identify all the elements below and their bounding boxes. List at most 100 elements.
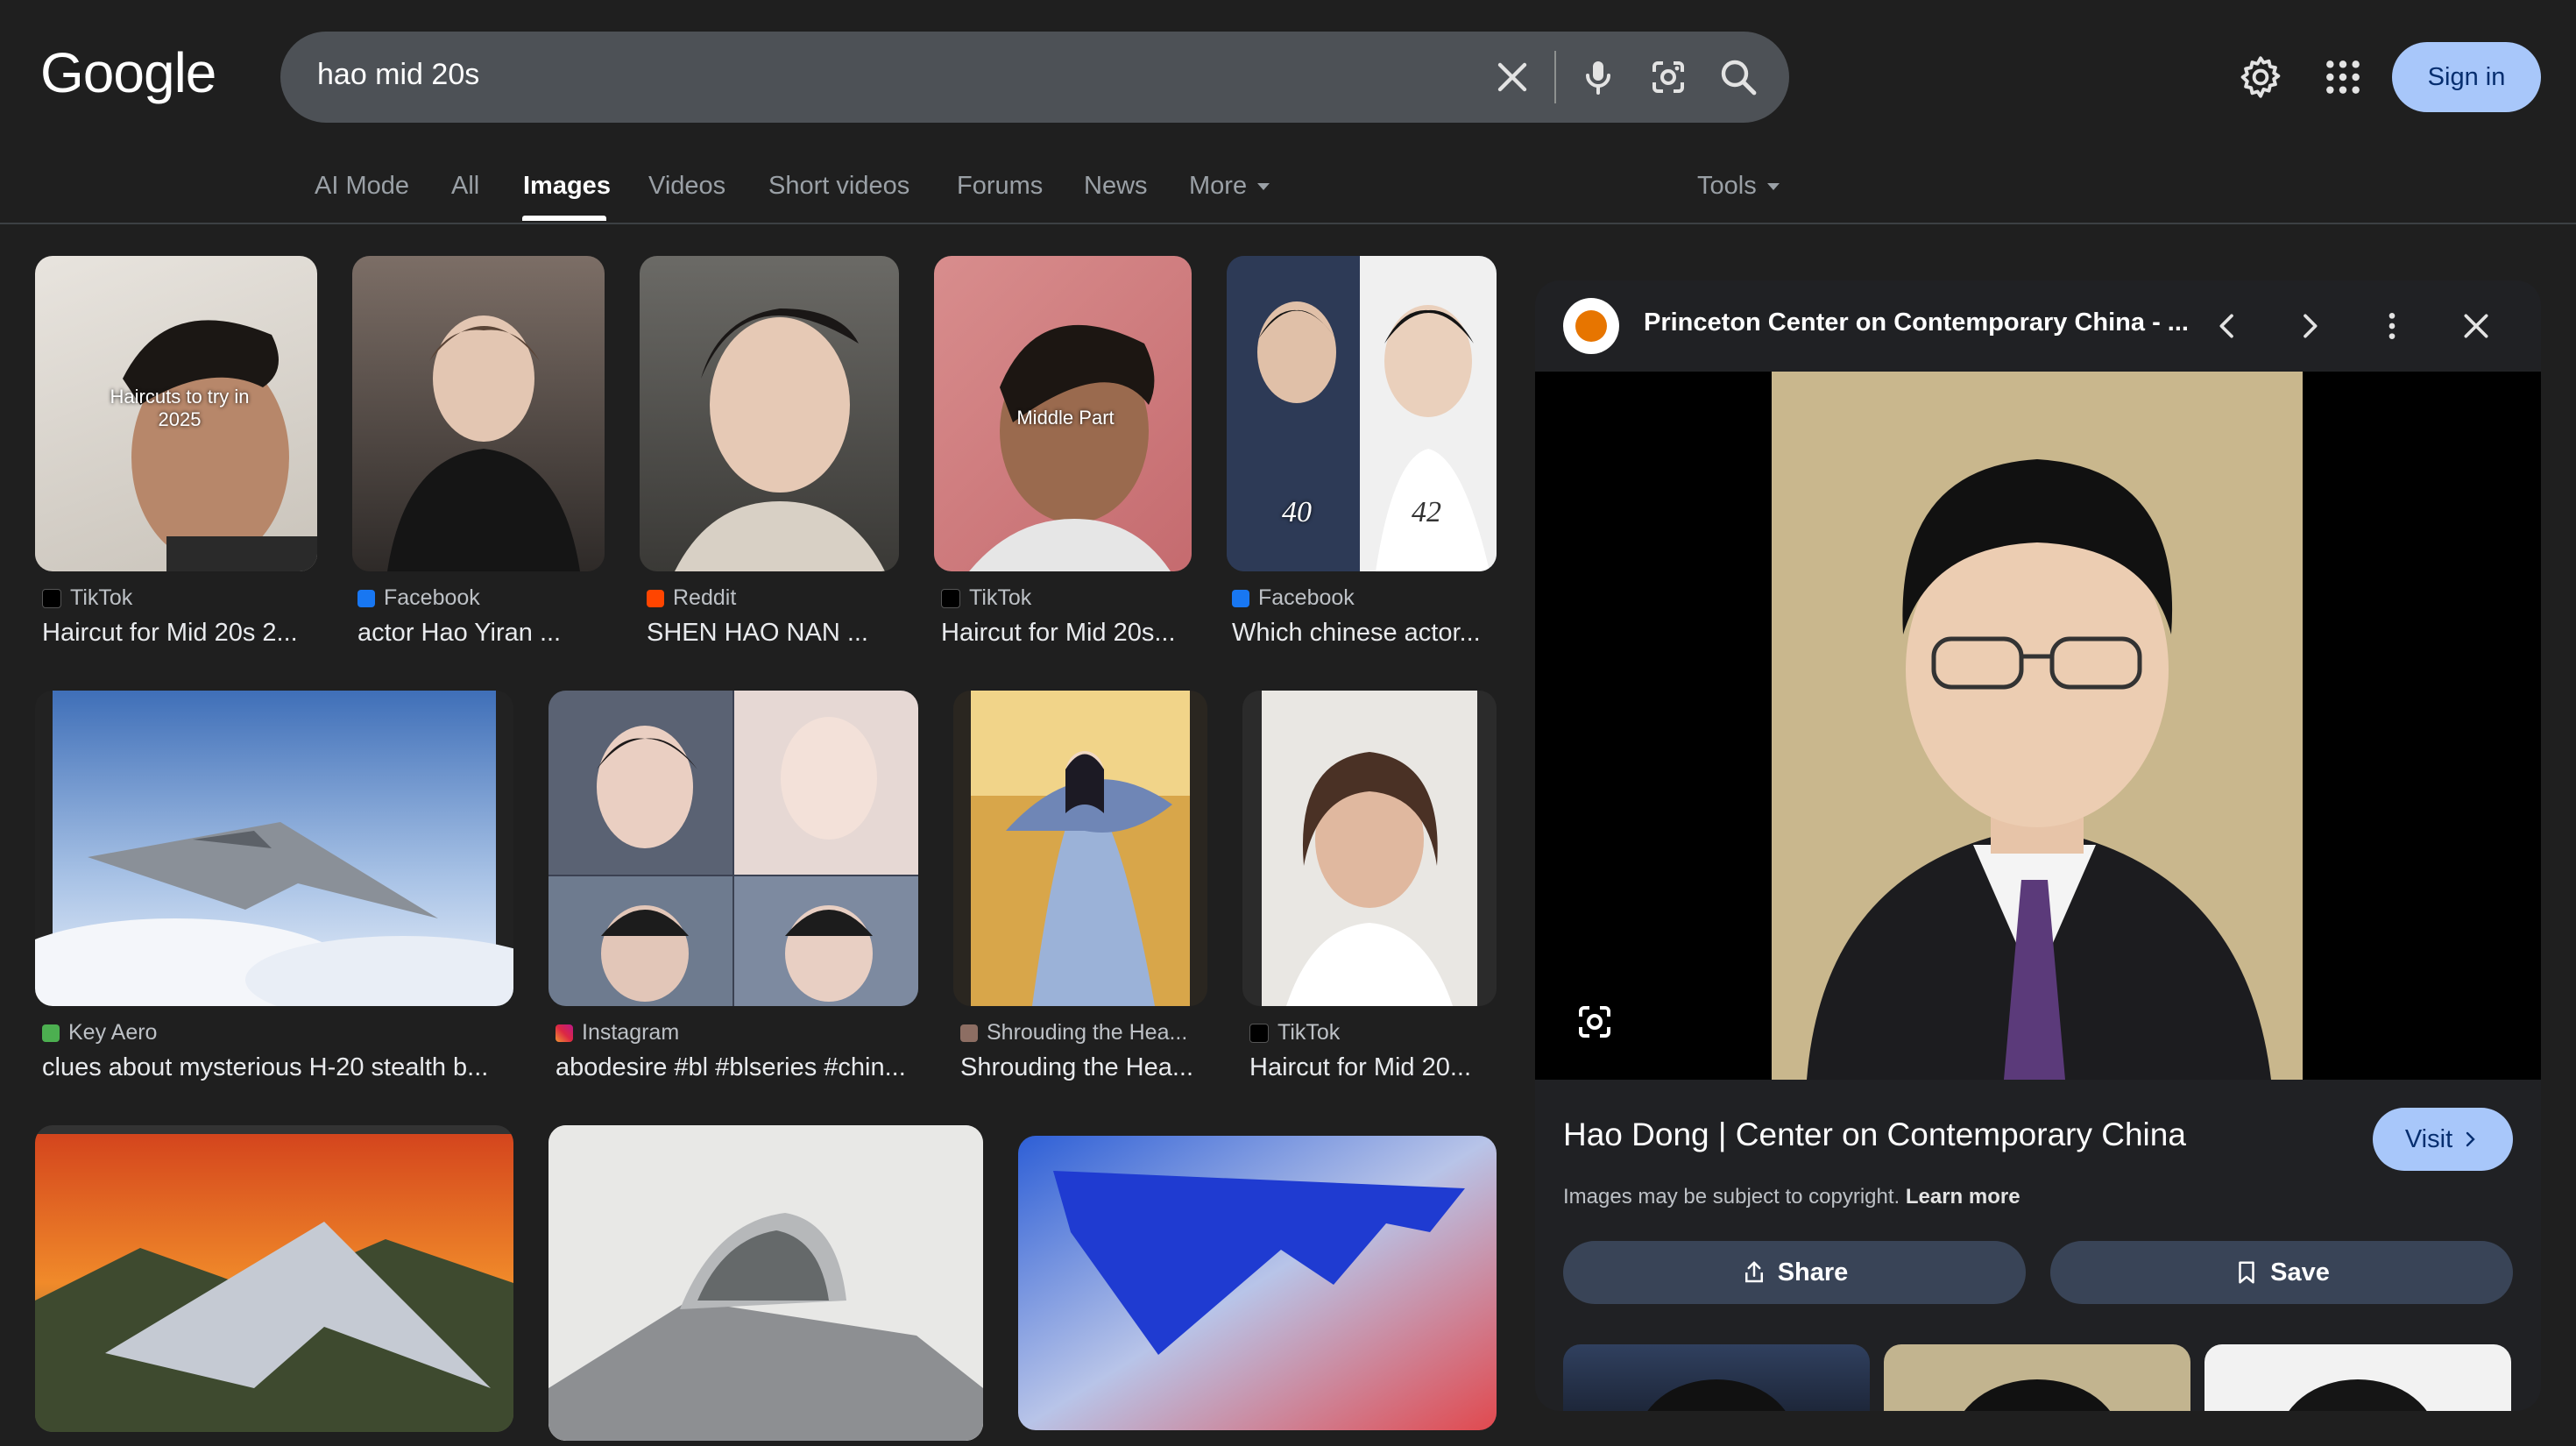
caret-down-icon bbox=[1766, 183, 1780, 191]
active-tab-indicator bbox=[522, 216, 606, 221]
source-label: Reddit bbox=[673, 585, 737, 610]
result-image[interactable] bbox=[548, 691, 918, 1006]
tab-all[interactable]: All bbox=[451, 172, 479, 201]
result-image[interactable]: Haircuts to try in 2025 bbox=[35, 256, 317, 571]
result-source[interactable]: TikTok bbox=[1249, 1020, 1340, 1046]
result-source[interactable]: TikTok bbox=[941, 585, 1031, 611]
portrait-photo bbox=[1772, 372, 2303, 1080]
actor-photo bbox=[675, 308, 885, 571]
chevron-left-icon[interactable] bbox=[2210, 308, 2245, 344]
image-overlay-text: 42 bbox=[1412, 496, 1441, 528]
stealth-bomber-photo bbox=[35, 691, 513, 1006]
result-image[interactable]: 40 42 bbox=[1227, 256, 1497, 571]
related-image[interactable] bbox=[1884, 1344, 2190, 1411]
image-preview-panel: Princeton Center on Contemporary China -… bbox=[1535, 280, 2541, 1411]
result-source[interactable]: Facebook bbox=[357, 585, 480, 611]
result-image[interactable] bbox=[1242, 691, 1497, 1006]
share-icon bbox=[1744, 1261, 1763, 1283]
result-title[interactable]: Shrouding the Hea... bbox=[960, 1053, 1207, 1082]
clear-icon[interactable] bbox=[1491, 56, 1533, 98]
panel-title[interactable]: Hao Dong | Center on Contemporary China bbox=[1563, 1116, 2186, 1153]
source-label: Instagram bbox=[582, 1020, 680, 1045]
related-image[interactable] bbox=[2204, 1344, 2511, 1411]
result-source[interactable]: Key Aero bbox=[42, 1020, 157, 1046]
result-image[interactable] bbox=[352, 256, 605, 571]
header-divider bbox=[0, 223, 2576, 224]
tab-short-videos[interactable]: Short videos bbox=[768, 172, 909, 201]
save-button[interactable]: Save bbox=[2050, 1241, 2513, 1304]
result-image[interactable]: Middle Part bbox=[934, 256, 1192, 571]
related-portrait bbox=[1647, 1379, 1786, 1411]
result-title[interactable]: actor Hao Yiran ... bbox=[357, 619, 603, 648]
facebook-icon bbox=[357, 589, 375, 607]
source-label: TikTok bbox=[969, 585, 1032, 610]
caret-down-icon bbox=[1257, 183, 1270, 191]
gear-icon[interactable] bbox=[2238, 54, 2283, 100]
result-title[interactable]: Haircut for Mid 20... bbox=[1249, 1053, 1497, 1082]
instagram-icon bbox=[556, 1024, 573, 1042]
visit-button[interactable]: Visit bbox=[2373, 1108, 2513, 1171]
close-icon[interactable] bbox=[2459, 308, 2494, 344]
result-title[interactable]: SHEN HAO NAN ... bbox=[647, 619, 901, 648]
result-image[interactable] bbox=[548, 1125, 983, 1441]
tab-ai-mode[interactable]: AI Mode bbox=[315, 172, 409, 201]
stealth-bomber-photo bbox=[35, 1134, 513, 1432]
source-label: Shrouding the Hea... bbox=[987, 1020, 1188, 1045]
source-label: TikTok bbox=[70, 585, 133, 610]
share-button[interactable]: Share bbox=[1563, 1241, 2026, 1304]
tools-button[interactable]: Tools bbox=[1697, 172, 1780, 201]
search-bar[interactable]: hao mid 20s bbox=[280, 32, 1789, 123]
apps-grid-icon[interactable] bbox=[2324, 58, 2362, 96]
tab-more[interactable]: More bbox=[1189, 172, 1270, 201]
result-image[interactable] bbox=[1018, 1136, 1497, 1430]
tab-videos[interactable]: Videos bbox=[648, 172, 725, 201]
result-source[interactable]: Shrouding the Hea... bbox=[960, 1020, 1187, 1046]
search-icon[interactable] bbox=[1717, 56, 1759, 98]
site-favicon bbox=[1563, 298, 1619, 354]
result-source[interactable]: Instagram bbox=[556, 1020, 679, 1046]
result-image[interactable] bbox=[953, 691, 1207, 1006]
result-source[interactable]: TikTok bbox=[42, 585, 132, 611]
search-divider bbox=[1554, 51, 1556, 103]
chevron-right-icon[interactable] bbox=[2292, 308, 2327, 344]
panel-site-name[interactable]: Princeton Center on Contemporary China -… bbox=[1644, 308, 2189, 337]
sign-in-button[interactable]: Sign in bbox=[2392, 42, 2541, 112]
result-title[interactable]: Haircut for Mid 20s... bbox=[941, 619, 1192, 648]
result-title[interactable]: Which chinese actor... bbox=[1232, 619, 1495, 648]
chevron-right-icon bbox=[2466, 1131, 2475, 1147]
result-image[interactable] bbox=[35, 691, 513, 1006]
tab-images[interactable]: Images bbox=[523, 172, 611, 201]
preview-image[interactable] bbox=[1772, 372, 2303, 1080]
preview-image-area bbox=[1535, 372, 2541, 1080]
actor-comparison-photo bbox=[1227, 256, 1497, 571]
result-source[interactable]: Reddit bbox=[647, 585, 736, 611]
image-overlay-text: Middle Part bbox=[1016, 407, 1115, 429]
collage-photo bbox=[548, 691, 918, 1006]
site-favicon-icon bbox=[960, 1024, 978, 1042]
search-input[interactable]: hao mid 20s bbox=[317, 58, 479, 92]
result-title[interactable]: Haircut for Mid 20s 2... bbox=[42, 619, 314, 648]
result-image[interactable] bbox=[35, 1125, 513, 1432]
more-vert-icon[interactable] bbox=[2374, 308, 2410, 344]
share-label: Share bbox=[1777, 1258, 1849, 1287]
source-label: TikTok bbox=[1277, 1020, 1341, 1045]
key-aero-icon bbox=[42, 1024, 60, 1042]
google-logo[interactable]: Google bbox=[40, 40, 216, 105]
learn-more-link[interactable]: Learn more bbox=[1906, 1185, 2020, 1209]
source-label: Facebook bbox=[1258, 585, 1355, 610]
result-title[interactable]: abodesire #bl #blseries #chin... bbox=[556, 1053, 918, 1082]
result-source[interactable]: Facebook bbox=[1232, 585, 1355, 611]
reddit-icon bbox=[647, 589, 664, 607]
princeton-logo-icon bbox=[1575, 310, 1607, 342]
lens-search-icon[interactable] bbox=[1574, 1001, 1616, 1043]
visit-label: Visit bbox=[2404, 1124, 2453, 1153]
facebook-icon bbox=[1232, 589, 1249, 607]
lens-icon[interactable] bbox=[1647, 56, 1689, 98]
tab-news[interactable]: News bbox=[1084, 172, 1148, 201]
result-image[interactable] bbox=[640, 256, 899, 571]
bookmark-icon bbox=[2239, 1261, 2254, 1284]
tab-forums[interactable]: Forums bbox=[957, 172, 1043, 201]
related-image[interactable] bbox=[1563, 1344, 1870, 1411]
result-title[interactable]: clues about mysterious H-20 stealth b... bbox=[42, 1053, 513, 1082]
microphone-icon[interactable] bbox=[1577, 56, 1619, 98]
